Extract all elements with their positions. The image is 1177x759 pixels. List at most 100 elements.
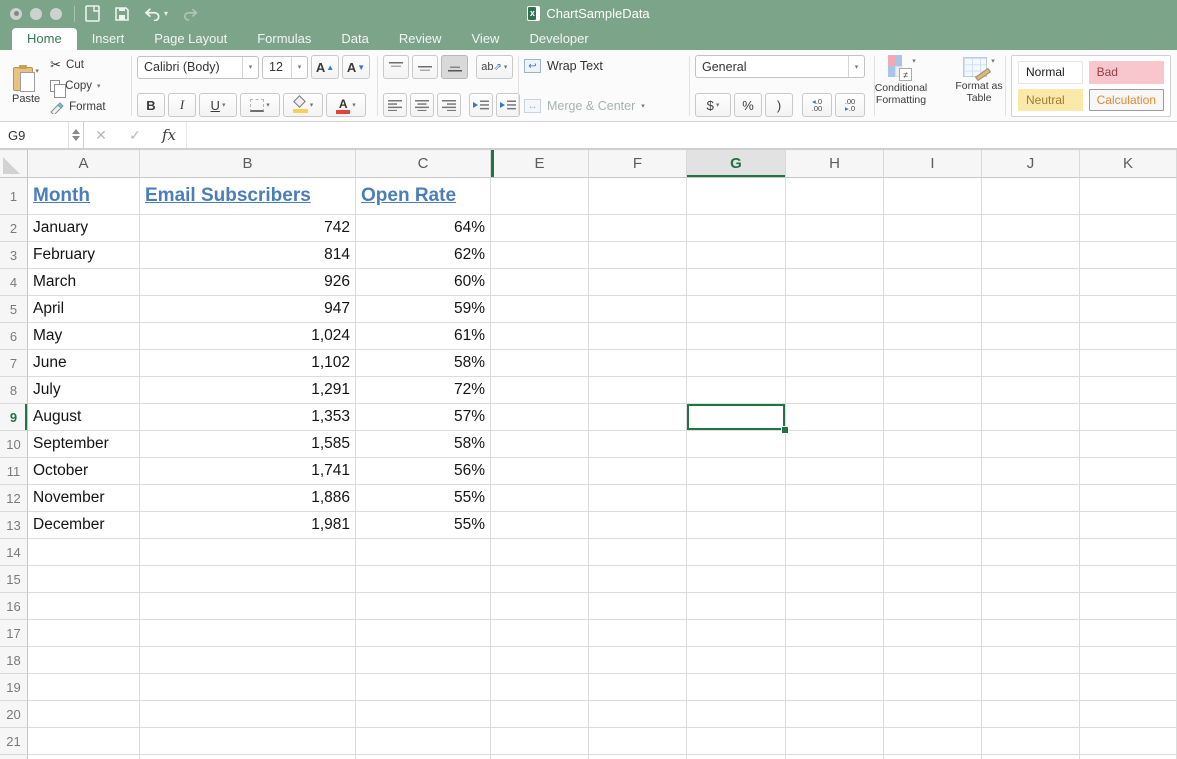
cell-K20[interactable]: [1080, 701, 1177, 728]
cell-G7[interactable]: [687, 350, 786, 377]
cell-G11[interactable]: [687, 458, 786, 485]
cell-B5[interactable]: 947: [140, 296, 356, 323]
column-header-F[interactable]: F: [589, 150, 687, 178]
column-header-J[interactable]: J: [982, 150, 1080, 178]
tab-home[interactable]: Home: [12, 28, 77, 50]
undo-button[interactable]: ▾: [144, 7, 168, 21]
cell-E8[interactable]: [491, 377, 589, 404]
cell-E12[interactable]: [491, 485, 589, 512]
font-size-select[interactable]: 12 ▾: [262, 56, 308, 79]
orientation-dropdown-caret[interactable]: ▾: [504, 63, 508, 71]
cell-C19[interactable]: [356, 674, 491, 701]
cell-G13[interactable]: [687, 512, 786, 539]
merge-center-button[interactable]: ↔ Merge & Center ▾: [524, 95, 684, 117]
cell-E7[interactable]: [491, 350, 589, 377]
cell-K19[interactable]: [1080, 674, 1177, 701]
cell-H19[interactable]: [786, 674, 884, 701]
cell-style-calculation[interactable]: Calculation: [1089, 89, 1164, 112]
cell-C4[interactable]: 60%: [356, 269, 491, 296]
font-family-select[interactable]: Calibri (Body) ▾: [137, 56, 259, 79]
paste-button[interactable]: ▾ Paste: [8, 55, 44, 117]
cell-F14[interactable]: [589, 539, 687, 566]
cell-J12[interactable]: [982, 485, 1080, 512]
new-file-icon[interactable]: [85, 5, 100, 22]
cell-B12[interactable]: 1,886: [140, 485, 356, 512]
cell-J16[interactable]: [982, 593, 1080, 620]
formula-input[interactable]: [186, 122, 1177, 148]
cell-I7[interactable]: [884, 350, 982, 377]
cell-E21[interactable]: [491, 728, 589, 755]
cell-F9[interactable]: [589, 404, 687, 431]
cell-B2[interactable]: 742: [140, 215, 356, 242]
cell-C8[interactable]: 72%: [356, 377, 491, 404]
copy-button[interactable]: Copy ▾: [50, 78, 105, 94]
cut-button[interactable]: ✂ Cut: [50, 57, 105, 73]
percent-format-button[interactable]: %: [734, 93, 762, 117]
align-left-button[interactable]: [383, 93, 407, 117]
tab-page-layout[interactable]: Page Layout: [139, 28, 242, 50]
cell-H6[interactable]: [786, 323, 884, 350]
cell-J4[interactable]: [982, 269, 1080, 296]
cell-G18[interactable]: [687, 647, 786, 674]
row-header-18[interactable]: 18: [0, 647, 28, 674]
row-header-19[interactable]: 19: [0, 674, 28, 701]
format-painter-button[interactable]: Format: [50, 99, 105, 115]
cell-C10[interactable]: 58%: [356, 431, 491, 458]
row-header-6[interactable]: 6: [0, 323, 28, 350]
cell-A10[interactable]: September: [28, 431, 140, 458]
cell-A9[interactable]: August: [28, 404, 140, 431]
format-as-table-caret[interactable]: ▾: [991, 57, 995, 65]
cell-J21[interactable]: [982, 728, 1080, 755]
row-header-5[interactable]: 5: [0, 296, 28, 323]
cell-A16[interactable]: [28, 593, 140, 620]
cell-A4[interactable]: March: [28, 269, 140, 296]
cell-K17[interactable]: [1080, 620, 1177, 647]
tab-developer[interactable]: Developer: [514, 28, 603, 50]
cell-J8[interactable]: [982, 377, 1080, 404]
cell-G19[interactable]: [687, 674, 786, 701]
cell-J20[interactable]: [982, 701, 1080, 728]
cell-J19[interactable]: [982, 674, 1080, 701]
cell-style-normal[interactable]: Normal: [1018, 61, 1083, 84]
cell-H20[interactable]: [786, 701, 884, 728]
row-header-10[interactable]: 10: [0, 431, 28, 458]
cell-B20[interactable]: [140, 701, 356, 728]
cell-K6[interactable]: [1080, 323, 1177, 350]
copy-dropdown-caret[interactable]: ▾: [97, 82, 101, 90]
cell-C2[interactable]: 64%: [356, 215, 491, 242]
cell-I12[interactable]: [884, 485, 982, 512]
cell-K21[interactable]: [1080, 728, 1177, 755]
cell-A12[interactable]: November: [28, 485, 140, 512]
cell-A13[interactable]: December: [28, 512, 140, 539]
cell-A7[interactable]: June: [28, 350, 140, 377]
cell-B14[interactable]: [140, 539, 356, 566]
cell-J22[interactable]: [982, 755, 1080, 759]
column-header-G[interactable]: G: [687, 150, 786, 178]
cell-B3[interactable]: 814: [140, 242, 356, 269]
paste-dropdown-caret[interactable]: ▾: [35, 67, 39, 75]
cell-K16[interactable]: [1080, 593, 1177, 620]
cell-A6[interactable]: May: [28, 323, 140, 350]
cell-H22[interactable]: [786, 755, 884, 759]
cell-K15[interactable]: [1080, 566, 1177, 593]
cell-F5[interactable]: [589, 296, 687, 323]
cell-A22[interactable]: [28, 755, 140, 759]
text-orientation-button[interactable]: ab ⇗ ▾: [476, 55, 513, 79]
cell-F18[interactable]: [589, 647, 687, 674]
cell-E15[interactable]: [491, 566, 589, 593]
cell-H18[interactable]: [786, 647, 884, 674]
cell-I4[interactable]: [884, 269, 982, 296]
cell-G15[interactable]: [687, 566, 786, 593]
cell-E14[interactable]: [491, 539, 589, 566]
cell-G6[interactable]: [687, 323, 786, 350]
cell-C15[interactable]: [356, 566, 491, 593]
cell-I10[interactable]: [884, 431, 982, 458]
cell-B15[interactable]: [140, 566, 356, 593]
tab-view[interactable]: View: [457, 28, 515, 50]
cell-F1[interactable]: [589, 178, 687, 215]
row-header-2[interactable]: 2: [0, 215, 28, 242]
cell-A1[interactable]: Month: [28, 178, 140, 215]
column-header-H[interactable]: H: [786, 150, 884, 178]
cell-H8[interactable]: [786, 377, 884, 404]
cell-I3[interactable]: [884, 242, 982, 269]
